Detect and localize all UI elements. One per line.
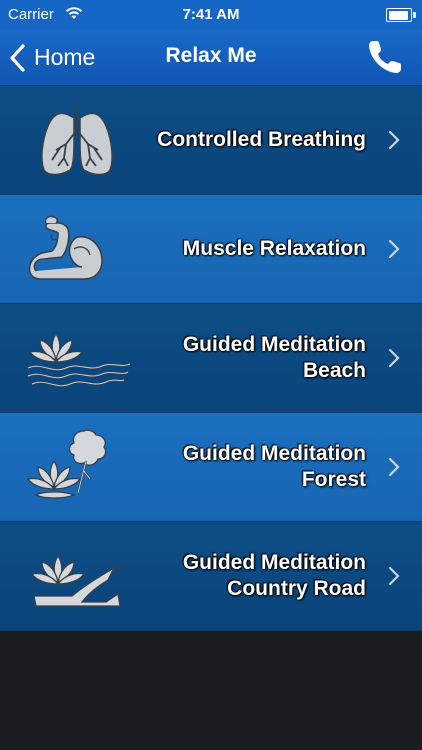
back-label: Home	[34, 44, 96, 70]
list-item-controlled-breathing[interactable]: Controlled Breathing	[0, 86, 422, 195]
item-title-line-1: Guided Meditation	[182, 551, 366, 574]
item-title: Guided Meditation Forest	[183, 413, 366, 521]
list-item-guided-meditation-country-road[interactable]: Guided Meditation Country Road	[0, 522, 422, 631]
list-item-muscle-relaxation[interactable]: Muscle Relaxation	[0, 195, 422, 304]
screen: Carrier 7:41 AM Home Relax Me Controlled…	[0, 0, 422, 750]
item-title-line-2: Forest	[301, 468, 366, 491]
status-bar: Carrier 7:41 AM	[0, 0, 422, 30]
chevron-left-icon	[10, 43, 25, 72]
list-item-guided-meditation-beach[interactable]: Guided Meditation Beach	[0, 304, 422, 413]
battery-icon	[386, 8, 416, 22]
chevron-right-icon	[388, 130, 400, 150]
item-title: Controlled Breathing	[157, 86, 366, 194]
item-title-line-2: Beach	[302, 359, 366, 382]
back-button[interactable]: Home	[8, 30, 95, 85]
list-item-guided-meditation-forest[interactable]: Guided Meditation Forest	[0, 413, 422, 522]
navigation-bar: Home Relax Me	[0, 30, 422, 86]
menu-list: Controlled Breathing Muscle Relaxation G…	[0, 86, 422, 631]
flexed-arm-icon	[28, 215, 103, 280]
item-title: Guided Meditation Country Road	[183, 522, 366, 630]
item-title-line-1: Guided Meditation	[182, 442, 366, 465]
empty-area	[0, 635, 422, 750]
item-title: Muscle Relaxation	[183, 195, 366, 303]
item-title: Guided Meditation Beach	[183, 304, 366, 412]
item-title-line: Controlled Breathing	[157, 128, 366, 151]
lotus-waves-icon	[27, 332, 131, 387]
chevron-right-icon	[388, 348, 400, 368]
item-title-line-2: Country Road	[227, 577, 366, 600]
lotus-tree-icon	[26, 429, 107, 499]
item-title-line: Muscle Relaxation	[182, 237, 366, 260]
lotus-road-icon	[30, 554, 124, 607]
lungs-icon	[41, 102, 113, 176]
phone-icon[interactable]	[366, 38, 404, 76]
chevron-right-icon	[388, 566, 400, 586]
chevron-right-icon	[388, 239, 400, 259]
chevron-right-icon	[388, 457, 400, 477]
clock: 7:41 AM	[182, 6, 240, 23]
item-title-line-1: Guided Meditation	[182, 333, 366, 356]
